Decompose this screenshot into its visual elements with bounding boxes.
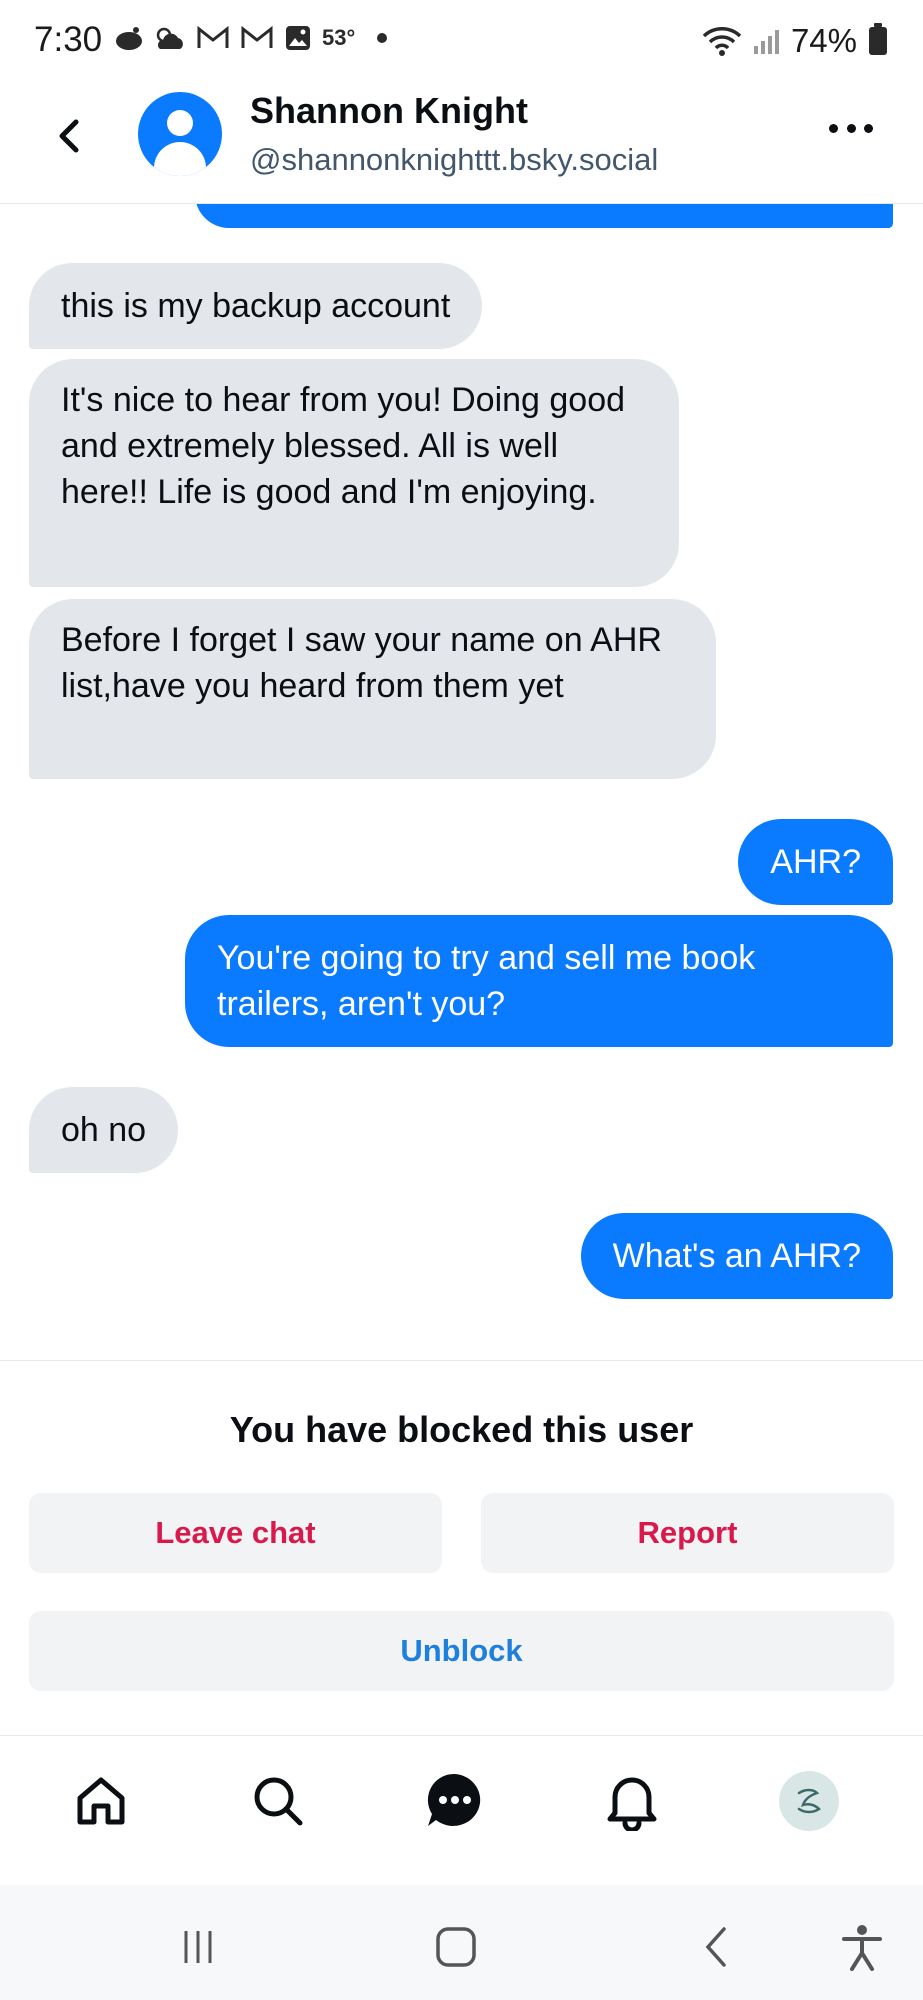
message-text: You're going to try and sell me book tra… [217,939,756,1023]
weather-icon [156,27,183,49]
battery-percent: 74% [790,22,857,59]
accessibility-button[interactable] [832,1921,892,1973]
cell-signal-icon [753,28,779,54]
chat-header: Shannon Knight @shannonknighttt.bsky.soc… [0,86,923,204]
received-message-bubble[interactable]: oh no [29,1087,179,1173]
blocked-notice: You have blocked this user [229,1409,694,1450]
message-text: What's an AHR? [612,1237,861,1275]
wifi-icon [702,27,742,56]
system-status: 74% [702,22,887,60]
app-notification-icon [116,27,142,50]
message-text: It's nice to hear from you! Doing good a… [61,381,626,511]
temperature-text: 53° [322,25,356,50]
gmail-icon [197,25,229,48]
sent-message-bubble[interactable]: AHR? [738,819,893,905]
user-avatar[interactable] [138,92,222,176]
message-text: oh no [61,1111,147,1149]
message-text: AHR? [770,843,861,881]
search-icon [254,1777,303,1826]
home-square-icon [436,1927,476,1967]
message-text: Before I forget I saw your name on AHR l… [61,621,662,705]
message-text: this is my backup account [61,287,451,325]
system-navigation-bar [0,1885,923,2000]
leave-chat-button[interactable]: Leave chat [29,1493,442,1573]
report-button[interactable]: Report [481,1493,894,1573]
status-bar: 7:30 53° 74% [0,0,923,86]
back-system-button[interactable] [686,1921,746,1973]
received-message-bubble[interactable]: It's nice to hear from you! Doing good a… [29,359,679,587]
notification-icons: 53° [114,24,388,52]
contact-handle[interactable]: @shannonknighttt.bsky.social [250,142,658,178]
recent-apps-button[interactable] [168,1921,228,1973]
gmail-icon [241,25,273,48]
profile-avatar [779,1771,839,1831]
back-arrow-icon[interactable] [44,106,96,166]
profile-tab[interactable] [774,1766,844,1836]
avatar-head [167,110,193,136]
back-chevron-icon [705,1927,726,1967]
message-list[interactable]: this is my backup account It's nice to h… [0,204,923,1360]
search-tab[interactable] [243,1766,313,1836]
battery-icon [869,23,887,55]
more-options-icon[interactable] [829,124,873,136]
notifications-tab[interactable] [597,1766,667,1836]
unblock-button[interactable]: Unblock [29,1611,894,1691]
home-icon [77,1777,125,1825]
chat-icon [427,1773,481,1826]
accessibility-icon [842,1925,882,1971]
received-message-bubble[interactable]: this is my backup account [29,263,483,349]
sent-message-bubble[interactable]: What's an AHR? [580,1213,893,1299]
gallery-icon [286,26,310,50]
profile-avatar-logo-icon [797,1788,821,1814]
received-message-bubble[interactable]: Before I forget I saw your name on AHR l… [29,599,716,779]
bell-icon [607,1777,657,1831]
contact-name[interactable]: Shannon Knight [250,90,528,132]
sent-message-bubble-partial [195,204,893,228]
recent-apps-icon [184,1931,212,1963]
chat-tab[interactable] [420,1766,490,1836]
status-time: 7:30 [34,20,103,59]
blocked-user-panel: You have blocked this user Leave chat Re… [0,1360,923,1735]
more-notifications-dot [377,33,388,43]
home-tab[interactable] [66,1766,136,1836]
avatar-body [154,142,206,176]
sent-message-bubble[interactable]: You're going to try and sell me book tra… [185,915,893,1047]
home-system-button[interactable] [426,1921,486,1973]
bottom-tab-bar [0,1735,923,1885]
